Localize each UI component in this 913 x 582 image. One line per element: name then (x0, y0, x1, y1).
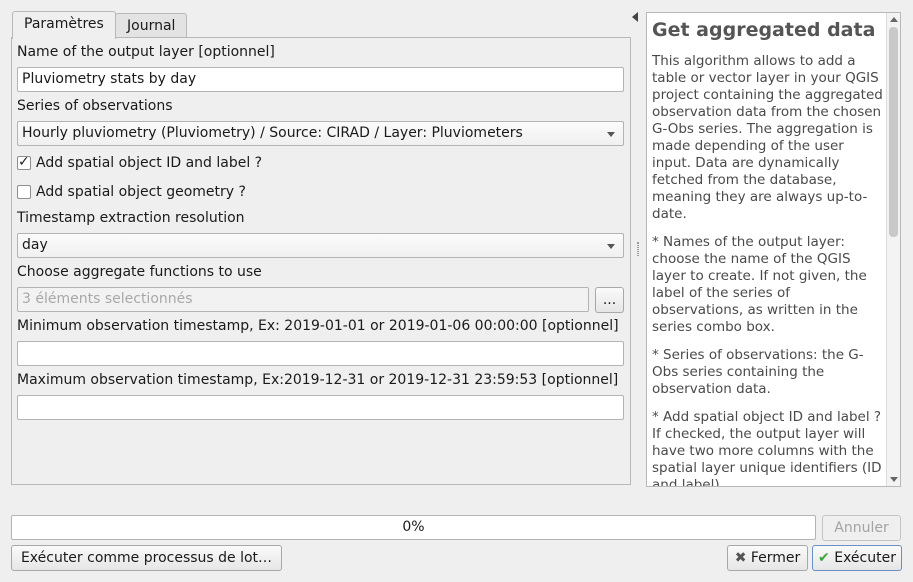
chevron-down-icon (607, 244, 615, 249)
min-timestamp-label: Minimum observation timestamp, Ex: 2019-… (17, 318, 619, 334)
close-icon: ✖ (734, 550, 747, 566)
run-button-label: Exécuter (834, 550, 896, 566)
aggregate-select-button[interactable]: ... (595, 287, 624, 313)
help-paragraph: This algorithm allows to add a table or … (652, 53, 883, 222)
help-panel: Get aggregated data This algorithm allow… (646, 12, 901, 487)
help-content: Get aggregated data This algorithm allow… (652, 17, 884, 487)
help-paragraph: * Add spatial object ID and label ? If c… (652, 409, 882, 487)
run-button[interactable]: ✔ Exécuter (812, 545, 902, 571)
series-label: Series of observations (17, 98, 173, 114)
help-title: Get aggregated data (652, 19, 876, 41)
output-layer-input[interactable]: Pluviometry stats by day (17, 67, 624, 92)
aggregate-functions-field: 3 éléments selectionnés (17, 287, 589, 312)
aggregate-label: Choose aggregate functions to use (17, 264, 262, 280)
max-timestamp-input[interactable] (17, 395, 624, 420)
scroll-thumb[interactable] (889, 27, 898, 237)
help-scrollbar[interactable] (886, 13, 900, 486)
help-paragraph: * Series of observations: the G-Obs seri… (652, 347, 864, 397)
checkmark-icon: ✔ (818, 550, 830, 566)
max-timestamp-label: Maximum observation timestamp, Ex:2019-1… (17, 372, 619, 388)
close-button-label: Fermer (750, 550, 801, 566)
add-geometry-label: Add spatial object geometry ? (36, 184, 246, 200)
tab-journal[interactable]: Journal (115, 13, 188, 39)
resolution-label: Timestamp extraction resolution (17, 210, 245, 226)
add-id-checkbox[interactable]: ✓ (17, 154, 31, 170)
scroll-up-icon[interactable] (890, 17, 898, 22)
chevron-down-icon (607, 132, 615, 137)
collapse-help-icon[interactable] (632, 12, 638, 22)
add-geometry-checkbox[interactable] (17, 185, 31, 199)
help-paragraph: * Names of the output layer: choose the … (652, 234, 867, 335)
close-button[interactable]: ✖ Fermer (727, 545, 808, 571)
add-id-label: Add spatial object ID and label ? (36, 155, 263, 171)
splitter-handle[interactable] (637, 242, 639, 256)
resolution-combo-value: day (22, 237, 48, 253)
series-combo-value: Hourly pluviometry (Pluviometry) / Sourc… (22, 125, 523, 141)
series-combo[interactable]: Hourly pluviometry (Pluviometry) / Sourc… (17, 121, 624, 146)
cancel-button[interactable]: Annuler (822, 515, 901, 541)
progress-text: 0% (402, 519, 425, 535)
resolution-combo[interactable]: day (17, 233, 624, 258)
min-timestamp-input[interactable] (17, 341, 624, 366)
tab-parametres[interactable]: Paramètres (12, 11, 116, 39)
scroll-down-icon[interactable] (890, 477, 898, 482)
checkmark-icon: ✓ (18, 154, 30, 170)
progress-bar: 0% (11, 515, 816, 540)
output-layer-label: Name of the output layer [optionnel] (17, 44, 275, 60)
run-batch-button[interactable]: Exécuter comme processus de lot… (11, 545, 282, 571)
